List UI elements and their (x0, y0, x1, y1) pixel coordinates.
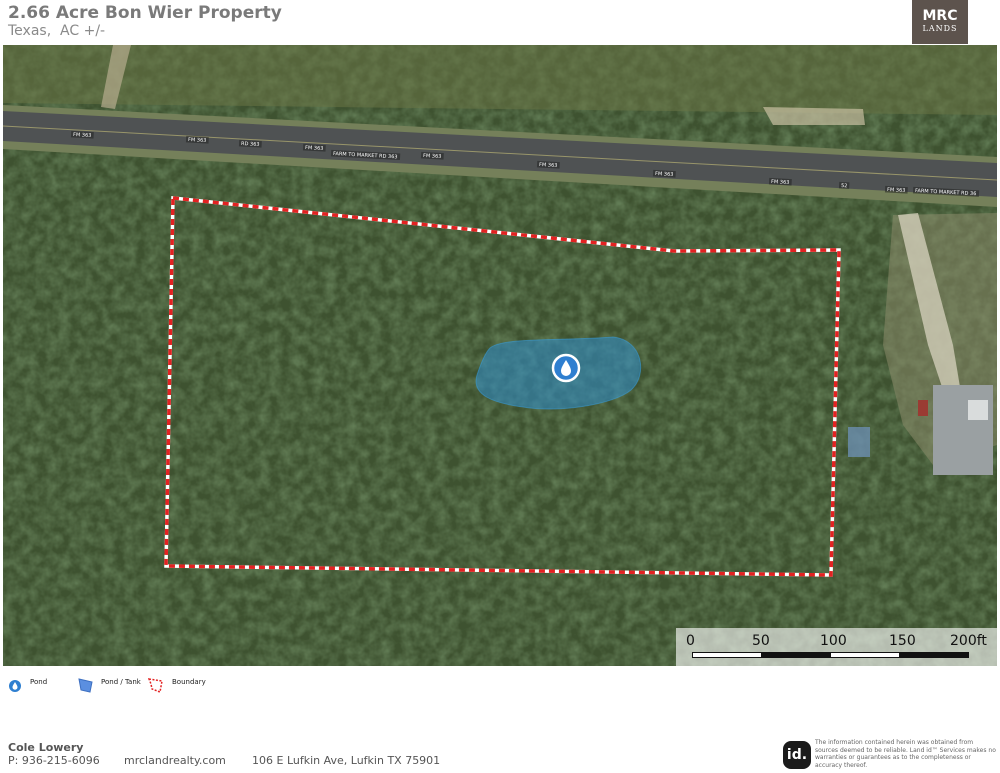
scale-segment-1 (692, 652, 762, 658)
map-canvas: FM 363FM 363RD 363FM 363FARM TO MARKET R… (3, 45, 997, 666)
legend-label-boundary: Boundary (172, 678, 206, 686)
scale-label-150: 150 (889, 633, 916, 649)
shed-roof (848, 427, 870, 457)
scale-label-100: 100 (820, 633, 847, 649)
map-header: 2.66 Acre Bon Wier Property Texas, AC +/… (0, 0, 1000, 45)
dirt-patch (763, 107, 865, 125)
website-link[interactable]: mrclandrealty.com (124, 754, 226, 767)
property-subtitle: Texas, AC +/- (8, 23, 106, 39)
pond-marker-icon (9, 680, 21, 692)
road-label: RD 363 (241, 141, 260, 148)
road-label: FM 363 (188, 137, 207, 144)
disclaimer-text: The information contained herein was obt… (815, 739, 996, 769)
road-label: FM 363 (655, 171, 674, 178)
logo-sub-text: LANDS (922, 24, 958, 33)
scale-bar: 0 50 100 150 200ft (676, 628, 997, 666)
scale-segment-4 (899, 652, 969, 658)
road-label: FM 363 (305, 145, 324, 152)
map-legend: Pond Pond / Tank Boundary (0, 668, 1000, 704)
logo-main-text: MRC (922, 8, 958, 24)
map-footer: Cole Lowery P: 936-215-6096 mrclandrealt… (0, 738, 1000, 773)
road-label: FM 363 (539, 162, 558, 169)
house-roof (933, 385, 993, 475)
boundary-polygon-icon (148, 678, 163, 693)
scale-segment-3 (830, 652, 900, 658)
legend-label-pond-tank: Pond / Tank (101, 678, 141, 686)
property-title: 2.66 Acre Bon Wier Property (8, 3, 282, 23)
mrc-lands-logo: MRC LANDS (912, 0, 968, 44)
road-label: 52 (841, 183, 848, 189)
office-address: 106 E Lufkin Ave, Lufkin TX 75901 (252, 754, 441, 767)
land-id-logo: id. (783, 741, 811, 769)
legend-label-pond: Pond (30, 678, 48, 686)
pond-tank-polygon-icon (78, 678, 93, 693)
road-label: FM 363 (73, 132, 92, 139)
scale-label-50: 50 (752, 633, 770, 649)
pond-marker[interactable] (551, 353, 581, 383)
vehicle (918, 400, 928, 416)
road-label: FM 363 (423, 153, 442, 160)
scale-label-0: 0 (686, 633, 695, 649)
north-field (3, 45, 997, 115)
road-label: FM 363 (887, 187, 906, 194)
aerial-map[interactable]: FM 363 FM 363 RD 363 FM 363 FARM TO MARKET R… (3, 45, 997, 666)
agent-phone[interactable]: P: 936-215-6096 (8, 754, 100, 767)
road-label: FM 363 (771, 179, 790, 186)
agent-name: Cole Lowery (8, 741, 84, 754)
scale-segment-2 (761, 652, 831, 658)
house-detail (968, 400, 988, 420)
scale-label-200ft: 200ft (950, 633, 987, 649)
